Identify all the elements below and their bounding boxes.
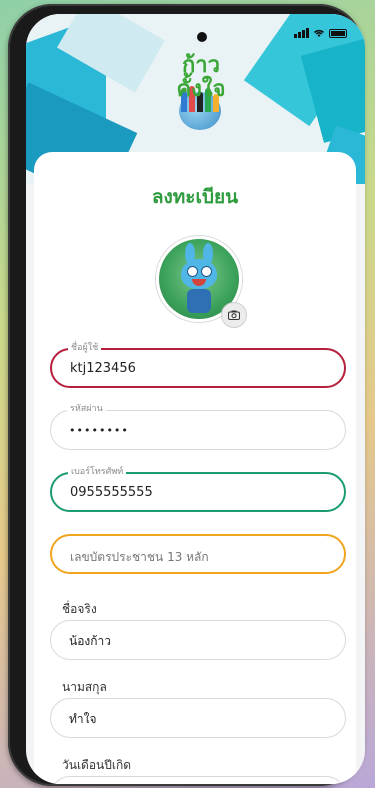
front-camera — [197, 32, 207, 42]
mascot-body — [187, 289, 211, 313]
phone-field[interactable]: เบอร์โทรศัพท์ 0955555555 — [50, 466, 346, 512]
change-photo-button[interactable] — [221, 302, 247, 328]
logo-wordmark: ก้าว คั้งใจ — [176, 53, 226, 102]
birthdate-label: วันเดือนปีเกิด — [62, 758, 132, 772]
username-field[interactable]: ชื่อผู้ใช้ ktj123456 — [50, 342, 346, 388]
last-name-field[interactable]: ทำใจ — [50, 698, 346, 738]
status-icons — [294, 28, 347, 38]
mascot-eye — [187, 266, 198, 277]
first-name-value: น้องก้าว — [69, 634, 112, 648]
app-logo: ก้าว คั้งใจ — [171, 54, 226, 134]
first-name-label: ชื่อจริง — [62, 602, 97, 616]
username-label: ชื่อผู้ใช้ — [68, 342, 102, 354]
phone-frame: ก้าว คั้งใจ ลงทะเบียน ชื่อผู้ใช้ ktj1234… — [8, 4, 365, 786]
status-bar — [26, 20, 365, 50]
password-field[interactable]: รหัสผ่าน •••••••• — [50, 403, 346, 450]
first-name-field[interactable]: น้องก้าว — [50, 620, 346, 660]
id-card-field[interactable]: เลขบัตรประชาชน 13 หลัก — [50, 534, 346, 574]
camera-icon — [228, 310, 240, 320]
wifi-icon — [313, 29, 325, 37]
signal-icon — [294, 28, 309, 38]
mascot-eye — [201, 266, 212, 277]
page-title: ลงทะเบียน — [151, 186, 239, 208]
registration-card: ลงทะเบียน ชื่อผู้ใช้ ktj123456 รหัสผ่าน … — [34, 152, 356, 784]
birthdate-field[interactable] — [50, 776, 346, 784]
last-name-label: นามสกุล — [62, 680, 107, 694]
password-label: รหัสผ่าน — [67, 403, 106, 415]
username-value: ktj123456 — [70, 361, 136, 376]
last-name-value: ทำใจ — [69, 712, 97, 726]
phone-value: 0955555555 — [70, 485, 153, 500]
app-screen: ก้าว คั้งใจ ลงทะเบียน ชื่อผู้ใช้ ktj1234… — [26, 14, 365, 784]
phone-label: เบอร์โทรศัพท์ — [68, 466, 127, 478]
id-card-placeholder: เลขบัตรประชาชน 13 หลัก — [70, 550, 209, 564]
battery-icon — [329, 28, 347, 38]
password-value: •••••••• — [69, 424, 129, 437]
